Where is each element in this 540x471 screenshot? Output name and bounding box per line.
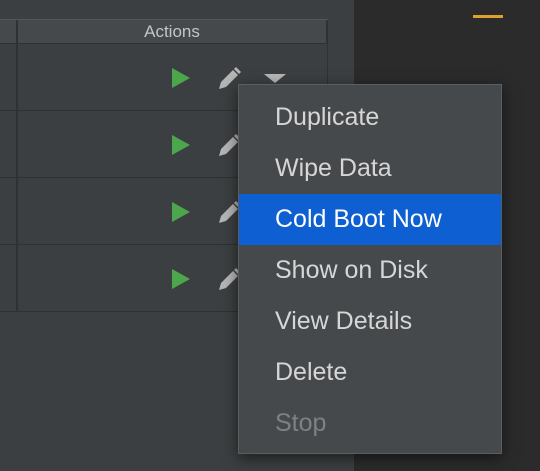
column-divider[interactable] [326, 20, 328, 43]
cell-divider [16, 111, 18, 177]
play-icon[interactable] [172, 269, 190, 289]
actions-column-header[interactable]: Actions [18, 20, 326, 43]
dropdown-icon[interactable] [264, 74, 286, 83]
cell-divider [16, 44, 18, 110]
menu-item-cold-boot-now[interactable]: Cold Boot Now [239, 194, 501, 245]
actions-context-menu: Duplicate Wipe Data Cold Boot Now Show o… [238, 84, 502, 454]
table-header: Actions [0, 19, 328, 44]
play-icon[interactable] [172, 135, 190, 155]
menu-item-view-details[interactable]: View Details [239, 296, 501, 347]
device-manager-window: Actions Duplicate Wipe Data Cold Boot No… [0, 0, 540, 471]
play-icon[interactable] [172, 68, 190, 88]
menu-item-wipe-data[interactable]: Wipe Data [239, 143, 501, 194]
cell-divider [16, 245, 18, 311]
cell-divider [16, 178, 18, 244]
menu-item-duplicate[interactable]: Duplicate [239, 92, 501, 143]
play-icon[interactable] [172, 202, 190, 222]
active-indicator [473, 15, 503, 18]
menu-item-stop: Stop [275, 409, 327, 437]
menu-item-delete[interactable]: Delete [239, 347, 501, 398]
menu-item-show-on-disk[interactable]: Show on Disk [239, 245, 501, 296]
